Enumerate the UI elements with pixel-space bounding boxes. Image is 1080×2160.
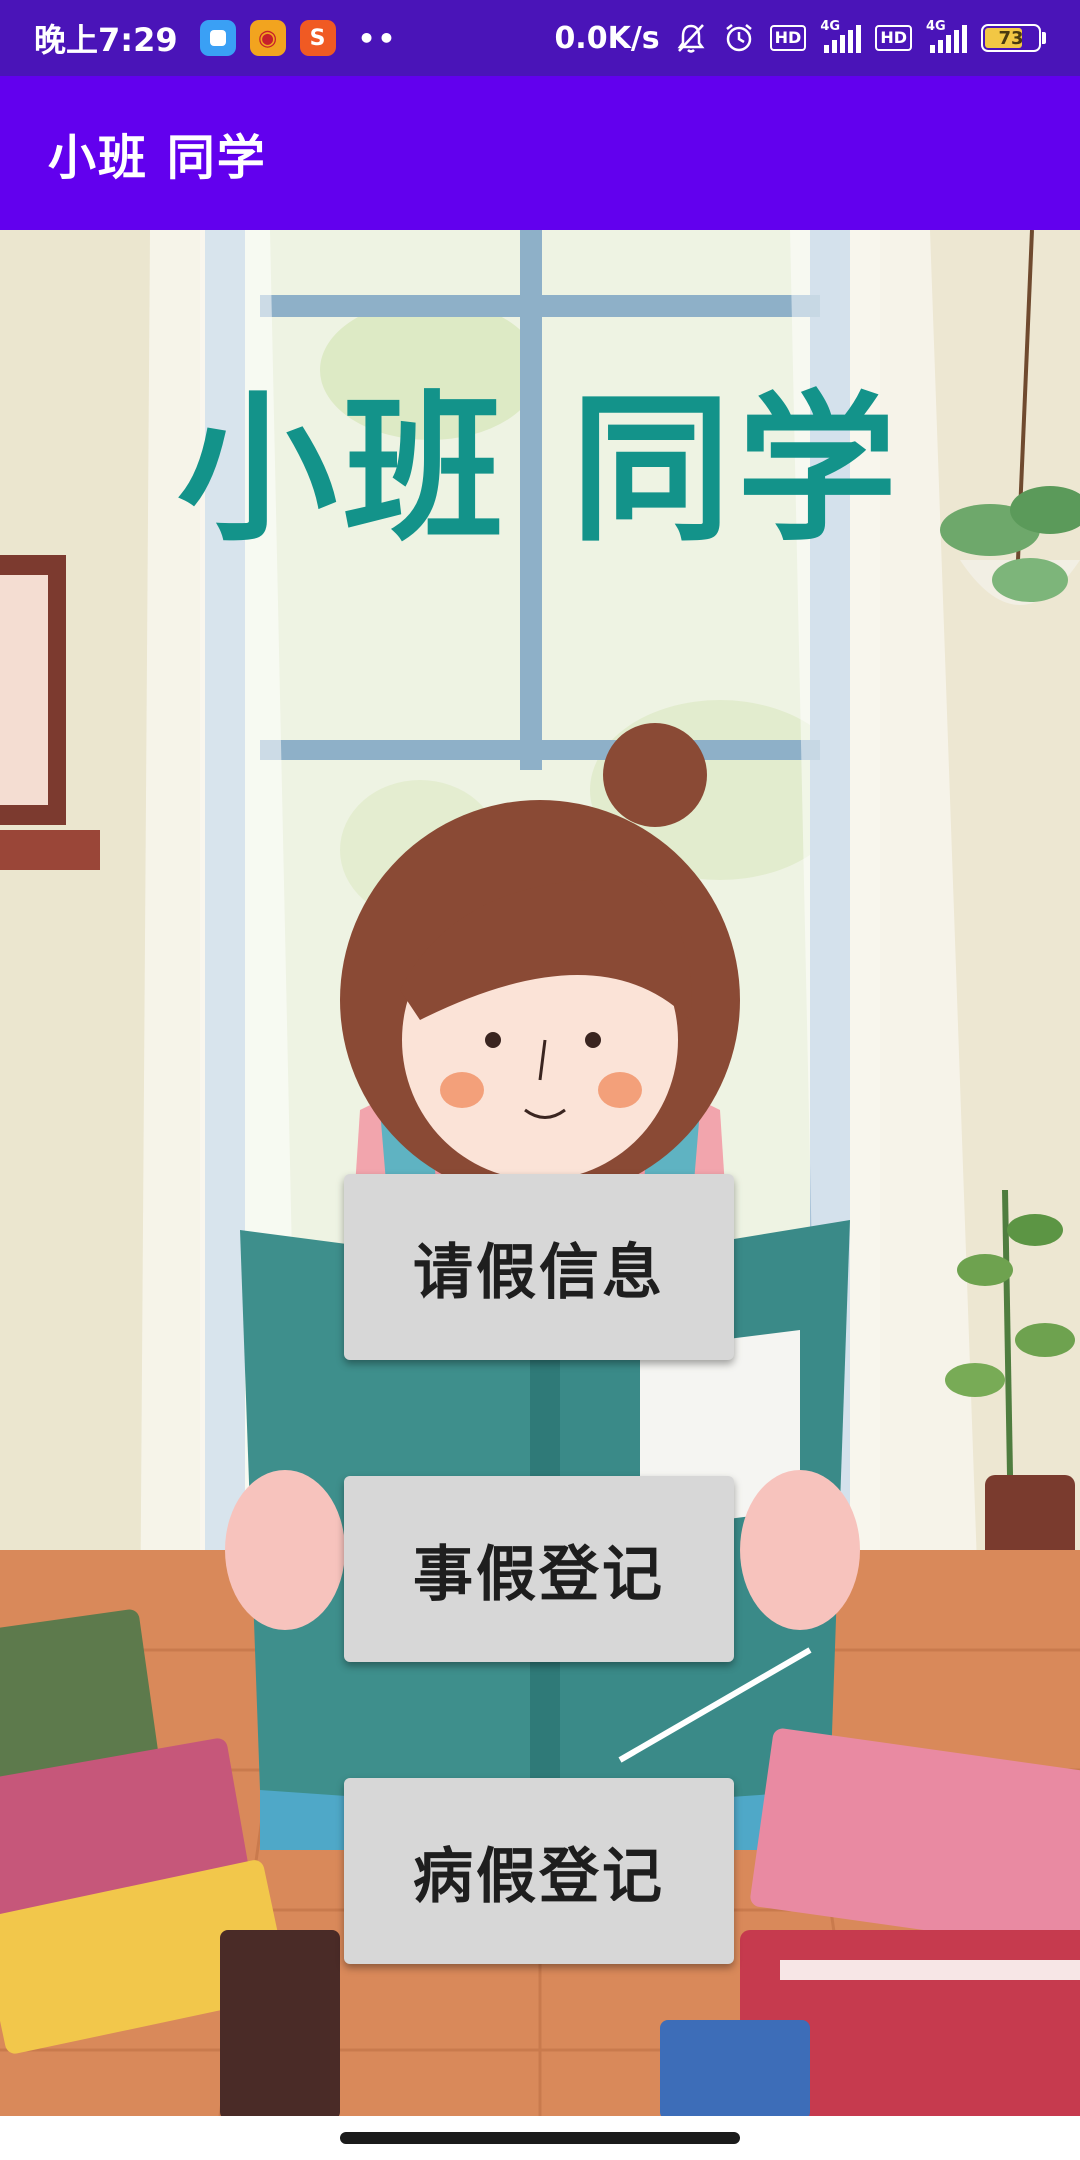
alarm-icon [722,21,756,55]
sick-leave-register-button[interactable]: 病假登记 [344,1778,734,1964]
app-bar-title: 小班 同学 [48,130,267,186]
battery-level: 73 [998,27,1024,49]
sogou-input-icon: S [299,20,336,56]
status-time: 晚上7:29 [34,21,178,59]
hd-icon: HD [875,25,912,51]
app-notification-icon [199,20,236,56]
battery-icon: 73 [981,24,1046,52]
navigation-bar [0,2116,1080,2160]
network-speed: 0.0K/s [554,20,660,56]
personal-leave-register-button[interactable]: 事假登记 [344,1476,734,1662]
hd-icon: HD [769,25,807,51]
signal-4g-icon: 4G [926,19,967,53]
home-indicator[interactable] [340,2132,740,2144]
mute-bell-icon [674,21,708,55]
weibo-icon: ◉ [249,20,286,56]
status-bar: 晚上7:29 ◉ S •• 0.0K/s HD 4G HD 4G 73 [0,0,1080,76]
more-notifications-indicator: •• [357,21,398,55]
leave-info-button[interactable]: 请假信息 [344,1174,734,1360]
app-screen: 晚上7:29 ◉ S •• 0.0K/s HD 4G HD 4G 73 小班 同… [0,0,1080,2160]
signal-4g-icon: 4G [820,19,862,53]
main-content: 小班 同学 请假信息 事假登记 病假登记 [0,230,1080,2116]
hero-title: 小班 同学 [177,376,903,563]
app-bar: 小班 同学 [0,76,1080,230]
status-icons: 0.0K/s HD 4G HD 4G 73 [554,19,1046,56]
